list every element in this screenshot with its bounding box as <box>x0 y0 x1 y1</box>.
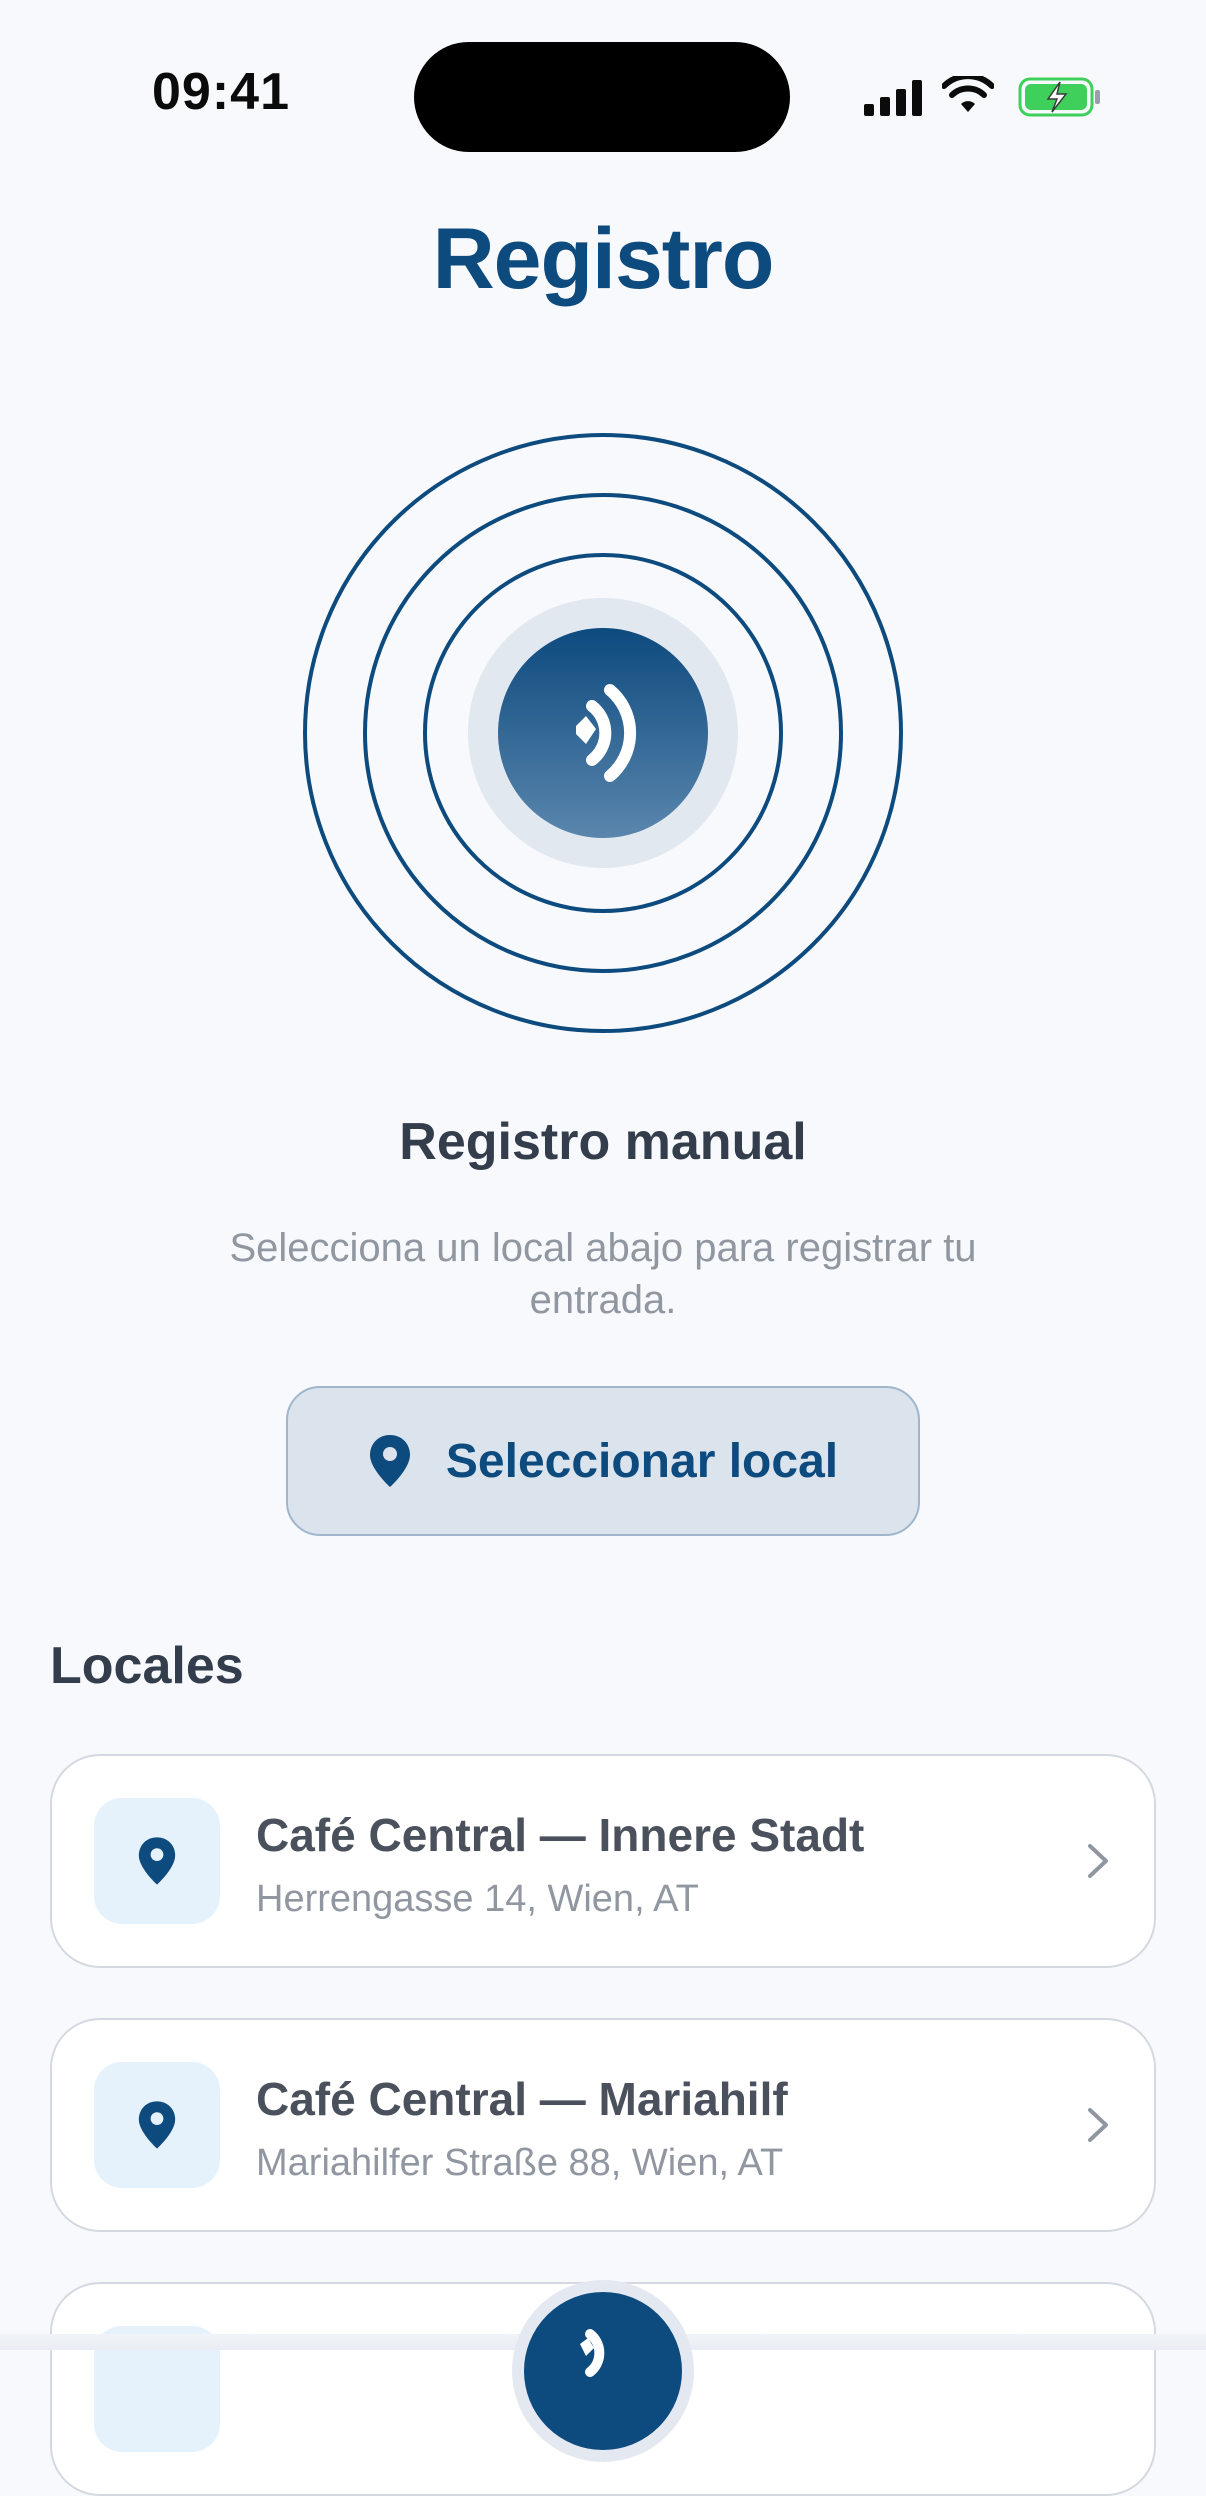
status-time: 09:41 <box>152 63 290 121</box>
local-icon-box <box>94 1798 220 1924</box>
page-title: Registro <box>432 211 775 307</box>
manual-registration-description: Selecciona un local abajo para registrar… <box>229 1226 977 1322</box>
cellular-signal-icon <box>864 80 922 116</box>
chevron-right-icon <box>1088 2108 1108 2142</box>
local-address: Mariahilfer Straße 88, Wien, AT <box>256 2142 784 2184</box>
local-name: Café Central — Mariahilf <box>256 2073 788 2125</box>
local-icon-box <box>94 2062 220 2188</box>
select-local-button[interactable]: Seleccionar local <box>286 1386 920 1536</box>
select-local-label: Seleccionar local <box>445 1434 839 1488</box>
manual-registration-heading: Registro manual <box>399 1113 807 1171</box>
battery-charging-icon <box>1018 77 1100 117</box>
wifi-icon <box>942 76 994 112</box>
dynamic-island <box>414 42 790 152</box>
location-pin-icon <box>369 1435 410 1487</box>
local-address: Herrengasse 14, Wien, AT <box>256 1878 699 1920</box>
nfc-scan-button[interactable] <box>512 2280 694 2462</box>
local-name: Café Central — Innere Stadt <box>256 1809 865 1861</box>
nfc-icon <box>580 2329 605 2377</box>
location-pin-icon <box>138 1837 176 1885</box>
chevron-right-icon <box>1088 1844 1108 1878</box>
location-pin-icon <box>138 2101 176 2149</box>
locales-heading: Locales <box>50 1637 244 1695</box>
list-item-local[interactable]: Café Central — Innere Stadt Herrengasse … <box>50 1754 1156 1968</box>
list-item-local[interactable]: Café Central — Mariahilf Mariahilfer Str… <box>50 2018 1156 2232</box>
nfc-scanner[interactable] <box>300 430 906 1036</box>
